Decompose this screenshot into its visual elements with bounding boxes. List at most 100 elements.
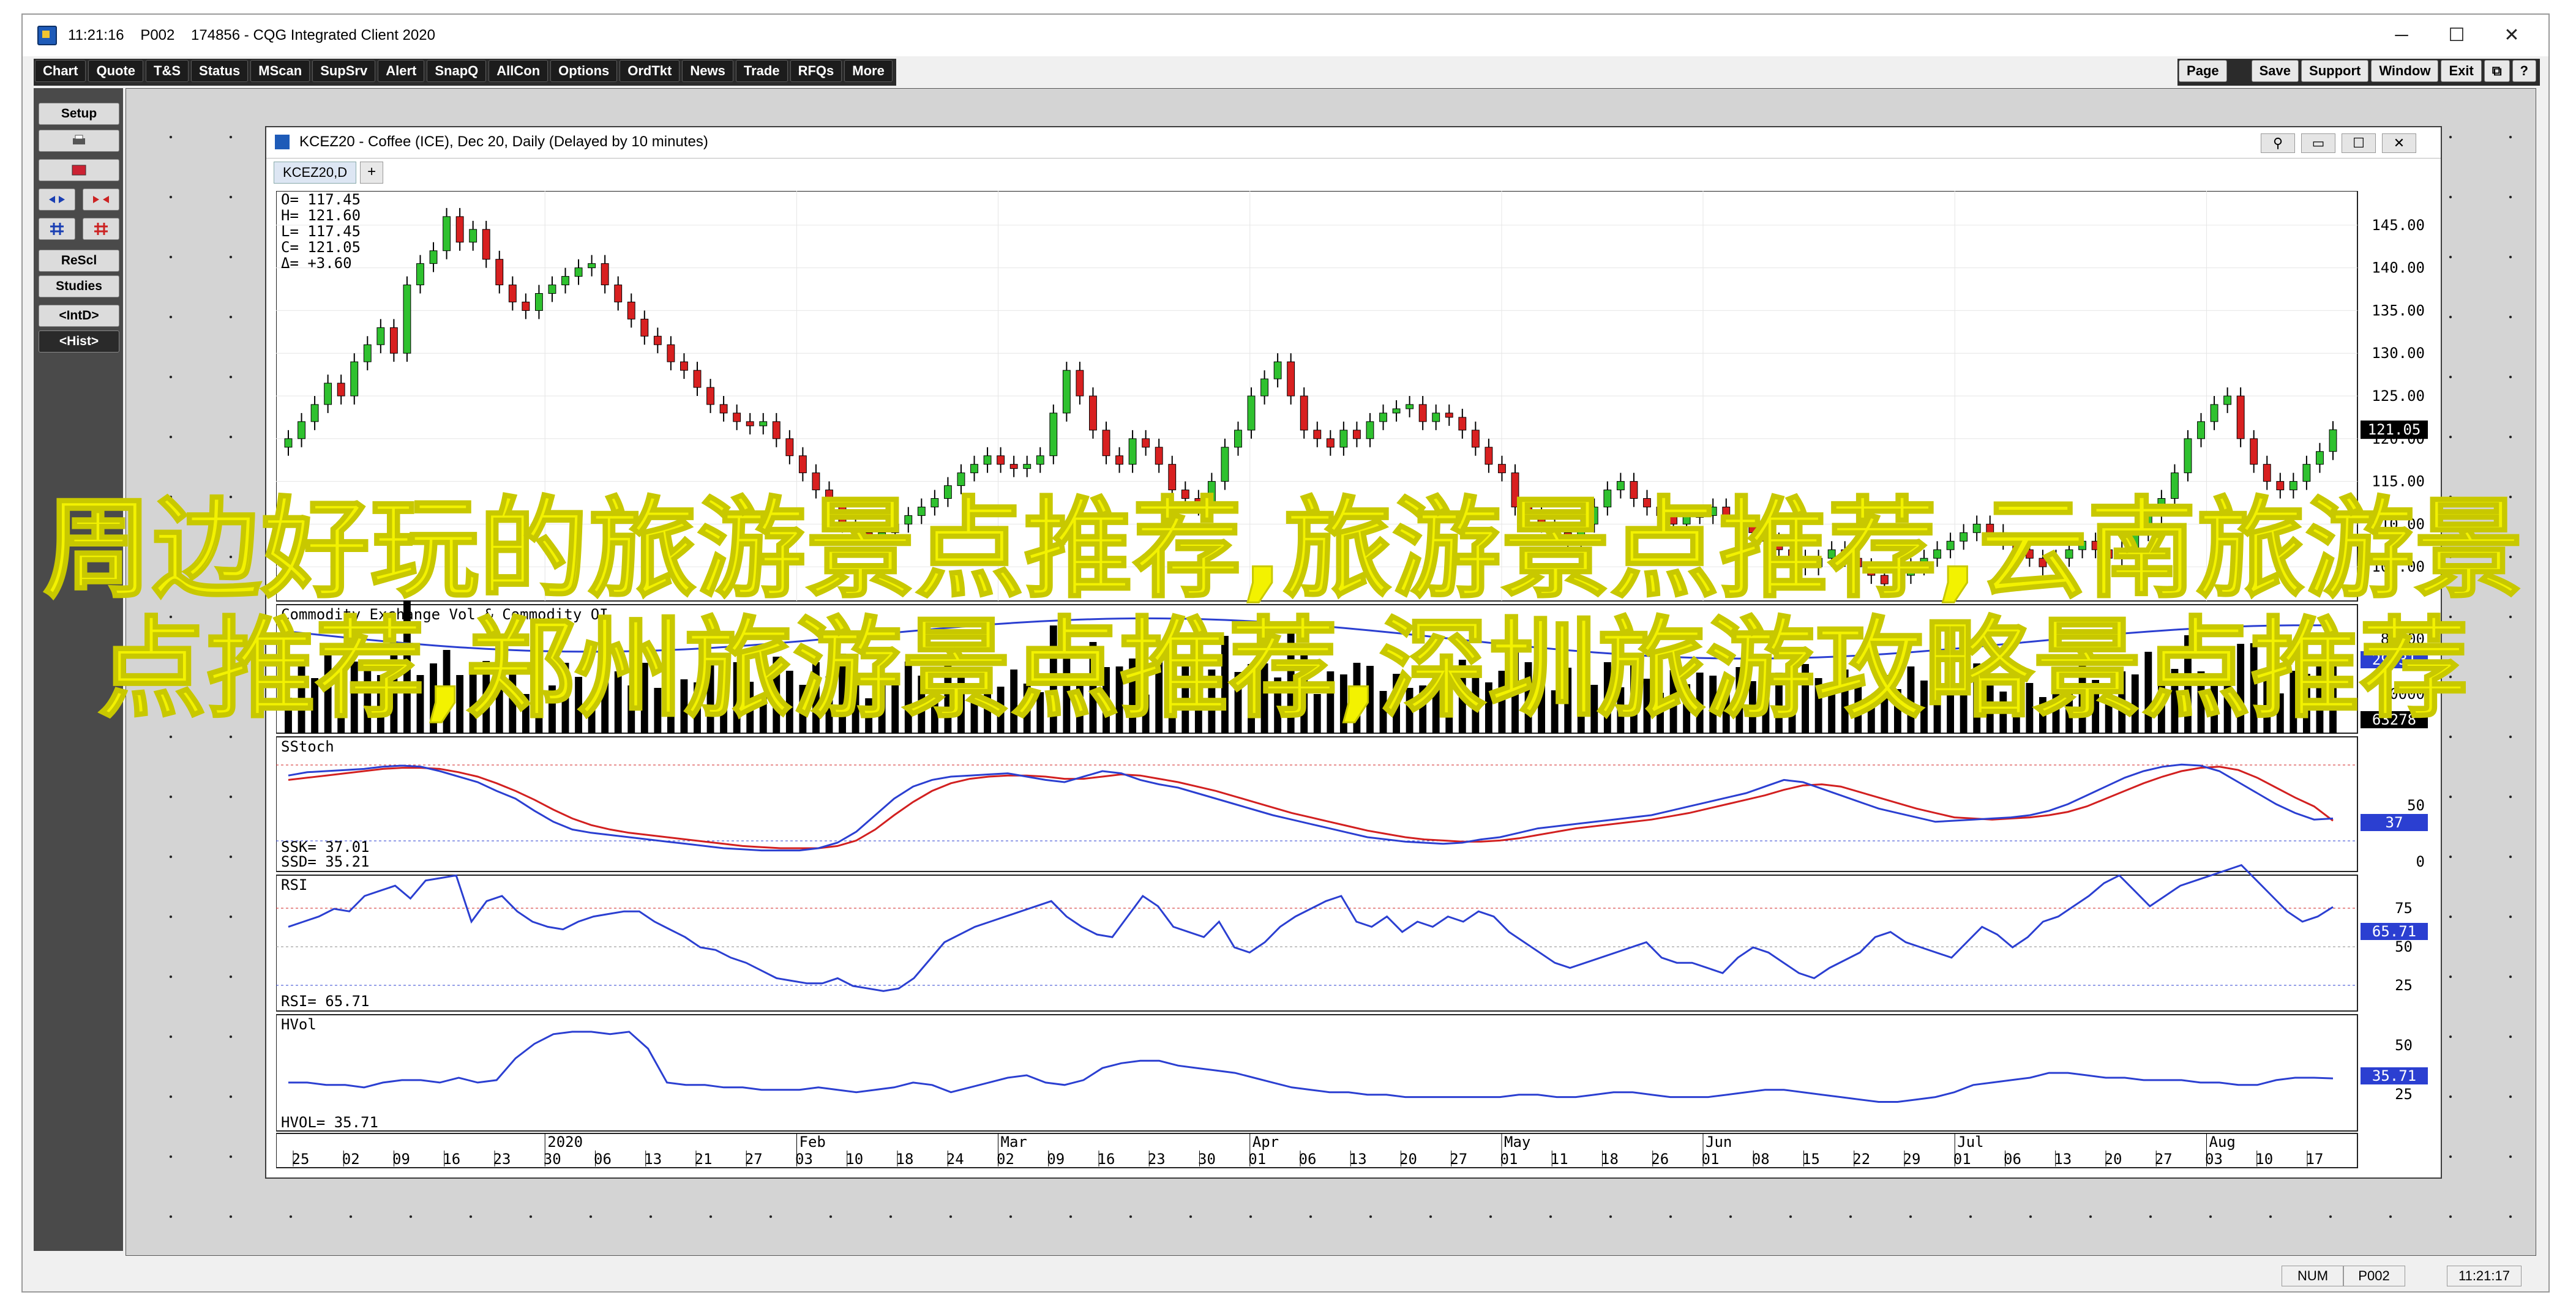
- candle-body: [1445, 412, 1453, 418]
- link-icon[interactable]: ⚲: [2261, 133, 2295, 153]
- menu-mscan[interactable]: MScan: [250, 60, 310, 82]
- save-button[interactable]: Save: [2251, 60, 2299, 82]
- x-day-label: 11: [1551, 1151, 1568, 1168]
- candle-body: [1102, 430, 1110, 457]
- candle-body: [680, 361, 688, 371]
- candle-body: [1221, 447, 1229, 482]
- candle-body: [825, 490, 833, 507]
- hvol-readout: HVOL= 35.71: [281, 1114, 378, 1131]
- candle-body: [1471, 430, 1480, 448]
- menu-allcon[interactable]: AllCon: [489, 60, 549, 82]
- volume-bar: [878, 676, 886, 733]
- studies-button[interactable]: Studies: [39, 275, 119, 297]
- rescale-button[interactable]: ReScl: [39, 250, 119, 272]
- arrows-in-icon: [49, 196, 65, 203]
- chart-maximize-button[interactable]: ☐: [2342, 133, 2376, 153]
- candle-body: [2144, 515, 2152, 533]
- x-day-label: 15: [1802, 1151, 1820, 1168]
- x-month-label: May: [1504, 1133, 1530, 1151]
- minimize-button[interactable]: ─: [2377, 21, 2426, 50]
- volume-bar: [1234, 672, 1242, 733]
- candle-body: [2025, 549, 2034, 559]
- page-button[interactable]: Page: [2179, 60, 2227, 82]
- window-button[interactable]: Window: [2371, 60, 2439, 82]
- candle-body: [1458, 417, 1467, 431]
- x-month-label: Aug: [2209, 1133, 2236, 1151]
- menu-status[interactable]: Status: [191, 60, 249, 82]
- candle-body: [852, 523, 860, 533]
- support-button[interactable]: Support: [2301, 60, 2369, 82]
- x-day-label: 06: [594, 1151, 612, 1168]
- grid-button-2[interactable]: [83, 218, 119, 240]
- compress-h-button[interactable]: [39, 188, 75, 211]
- help-icon[interactable]: ?: [2512, 60, 2536, 82]
- volume-bar: [759, 696, 767, 733]
- volume-bar: [1379, 691, 1387, 733]
- volume-bar: [2223, 674, 2231, 733]
- menu-ts[interactable]: T&S: [146, 60, 189, 82]
- volume-bar: [1538, 676, 1546, 733]
- menu-quote[interactable]: Quote: [88, 60, 144, 82]
- menu-ordtkt[interactable]: OrdTkt: [620, 60, 680, 82]
- chart-svg[interactable]: 145.00140.00135.00130.00125.00120.00115.…: [275, 190, 2431, 1170]
- volume-panel-title: Commodity Exchange Vol & Commodity OI: [281, 606, 608, 623]
- maximize-button[interactable]: ☐: [2432, 21, 2481, 50]
- candle-body: [1142, 438, 1150, 448]
- volume-bar: [1300, 647, 1308, 733]
- add-tab-button[interactable]: +: [360, 162, 384, 184]
- menu-snapq[interactable]: SnapQ: [427, 60, 487, 82]
- exit-button[interactable]: Exit: [2441, 60, 2482, 82]
- volume-bar: [1327, 671, 1335, 733]
- candle-body: [1788, 549, 1796, 559]
- volume-bar: [2316, 657, 2324, 733]
- menu-gap: [2230, 60, 2252, 84]
- candle-body: [2210, 404, 2218, 422]
- menu-trade[interactable]: Trade: [735, 60, 788, 82]
- volume-bar: [2092, 680, 2100, 733]
- candle-body: [389, 327, 398, 354]
- print-button[interactable]: [39, 130, 119, 152]
- close-button[interactable]: ✕: [2487, 21, 2536, 50]
- readout-delta: Δ= +3.60: [281, 255, 352, 272]
- volume-bar: [1577, 671, 1585, 733]
- historical-button[interactable]: <Hist>: [39, 330, 119, 353]
- chart-close-button[interactable]: ✕: [2382, 133, 2416, 153]
- candle-body: [1273, 361, 1282, 379]
- volume-bar: [1129, 659, 1137, 733]
- tool-panel: Setup ReScl Studies <IntD> <Hist>: [34, 88, 123, 1251]
- menu-alert[interactable]: Alert: [378, 60, 425, 82]
- grid-button-1[interactable]: [39, 218, 75, 240]
- chart-minimize-button[interactable]: ▭: [2301, 133, 2335, 153]
- x-day-label: 08: [1752, 1151, 1770, 1168]
- volume-bar: [1168, 664, 1176, 733]
- grid-icon: [50, 223, 64, 235]
- volume-bar: [1788, 687, 1796, 733]
- volume-bar: [694, 682, 701, 733]
- restore-icon[interactable]: ⧉: [2484, 60, 2510, 82]
- volume-bar: [311, 678, 319, 733]
- menu-more[interactable]: More: [844, 60, 893, 82]
- setup-button[interactable]: Setup: [39, 103, 119, 125]
- menu-options[interactable]: Options: [550, 60, 618, 82]
- ssd-readout: SSD= 35.21: [281, 853, 370, 870]
- candle-body: [1379, 412, 1387, 422]
- x-day-label: 03: [795, 1151, 813, 1168]
- menu-chart[interactable]: Chart: [35, 60, 86, 82]
- menu-rfqs[interactable]: RFQs: [790, 60, 842, 82]
- menu-supsrv[interactable]: SupSrv: [312, 60, 376, 82]
- candle-body: [310, 404, 319, 422]
- candle-body: [495, 259, 504, 286]
- chart-window: KCEZ20 - Coffee (ICE), Dec 20, Daily (De…: [265, 126, 2442, 1179]
- candle-body: [1761, 532, 1770, 542]
- x-day-label: 01: [1953, 1151, 1971, 1168]
- hvol-panel-title: HVol: [281, 1016, 316, 1033]
- volume-bar: [944, 662, 952, 733]
- tab-kcez20[interactable]: KCEZ20,D: [274, 162, 357, 184]
- color-button[interactable]: [39, 159, 119, 181]
- intraday-button[interactable]: <IntD>: [39, 305, 119, 327]
- volume-bar: [1999, 692, 2007, 733]
- volume-bar: [2052, 674, 2060, 733]
- expand-h-button[interactable]: [83, 188, 119, 211]
- candle-body: [1247, 395, 1256, 431]
- menu-news[interactable]: News: [682, 60, 733, 82]
